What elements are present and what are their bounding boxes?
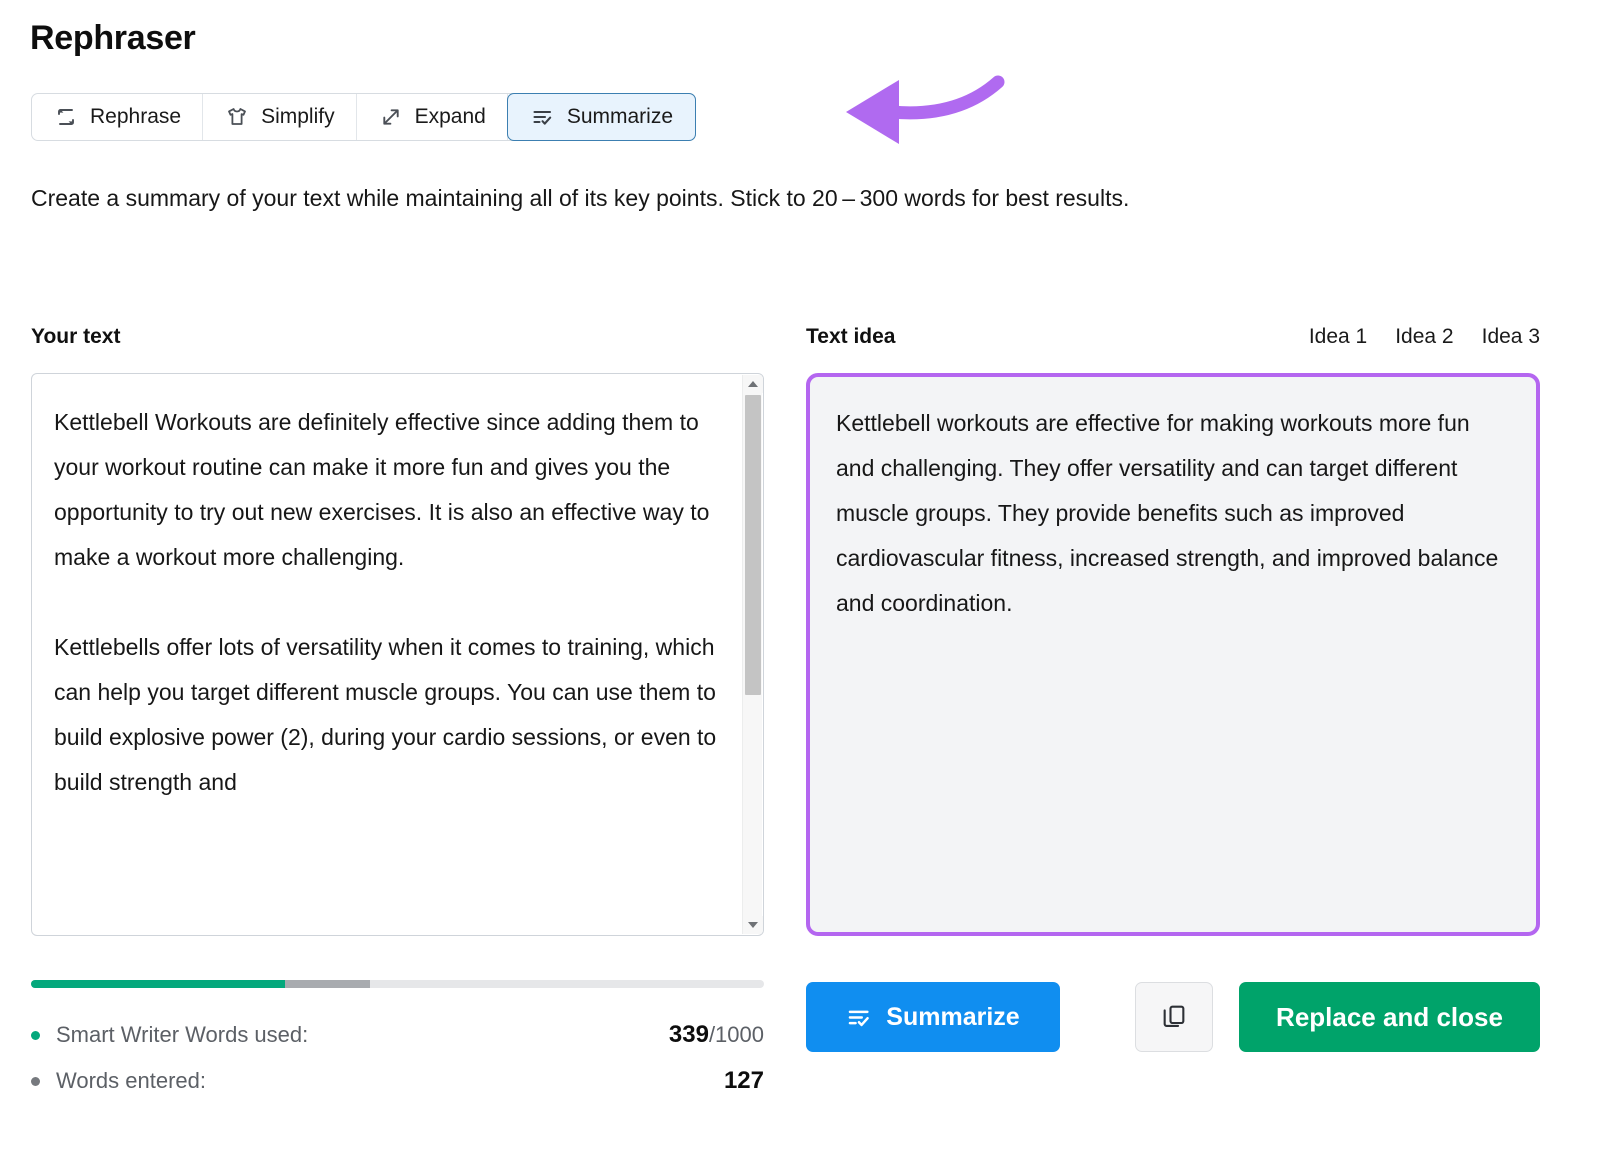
copy-icon	[1160, 1002, 1188, 1033]
your-text-header: Your text	[31, 325, 764, 361]
text-idea-content: Kettlebell workouts are effective for ma…	[810, 377, 1536, 626]
tab-simplify-label: Simplify	[261, 105, 335, 128]
usage-stats: Smart Writer Words used: 339/1000 Words …	[31, 1012, 764, 1104]
annotation-arrow	[786, 66, 1016, 166]
replace-and-close-label: Replace and close	[1276, 1001, 1503, 1032]
tab-expand[interactable]: Expand	[356, 94, 508, 140]
scroll-up-arrow-icon[interactable]	[743, 375, 763, 393]
copy-button[interactable]	[1135, 982, 1213, 1052]
tab-summarize-label: Summarize	[566, 105, 674, 128]
scroll-down-arrow-icon[interactable]	[743, 916, 763, 934]
tshirt-icon	[224, 104, 250, 130]
summarize-button-label: Summarize	[886, 1002, 1020, 1031]
stat-label: Smart Writer Words used:	[56, 1022, 309, 1047]
idea-tab-3[interactable]: Idea 3	[1482, 325, 1540, 349]
action-bar: Summarize Replace and close	[806, 982, 1540, 1052]
your-text-label: Your text	[31, 325, 121, 348]
expand-arrows-icon	[378, 104, 404, 130]
your-text-scrollbar[interactable]	[742, 375, 763, 934]
your-text-paragraph: Kettlebells offer lots of versatility wh…	[54, 634, 717, 795]
idea-tab-group: Idea 1 Idea 2 Idea 3	[1309, 325, 1540, 349]
bullet-icon	[31, 1076, 40, 1086]
idea-tab-1[interactable]: Idea 1	[1309, 325, 1367, 349]
scrollbar-thumb[interactable]	[745, 395, 761, 695]
usage-progress-section: Smart Writer Words used: 339/1000 Words …	[31, 980, 764, 1104]
stat-row-smart-writer-words: Smart Writer Words used: 339/1000	[31, 1012, 764, 1058]
summarize-button[interactable]: Summarize	[806, 982, 1060, 1052]
text-idea-label: Text idea	[806, 325, 896, 348]
list-check-icon	[530, 104, 556, 130]
stat-value-bold: 339	[668, 1021, 709, 1048]
stat-label: Words entered:	[56, 1068, 207, 1093]
page-title: Rephraser	[30, 19, 196, 57]
stat-value: 127	[724, 1067, 764, 1095]
mode-description: Create a summary of your text while main…	[31, 185, 1130, 211]
your-text-paragraph: Kettlebell Workouts are definitely effec…	[54, 409, 710, 570]
text-idea-output[interactable]: Kettlebell workouts are effective for ma…	[806, 373, 1540, 936]
your-text-content: Kettlebell Workouts are definitely effec…	[32, 374, 763, 805]
replace-and-close-button[interactable]: Replace and close	[1239, 982, 1540, 1052]
your-text-column: Your text Kettlebell Workouts are defini…	[31, 325, 764, 936]
rephraser-page: Rephraser Rephrase Simplify Expand Summa…	[0, 0, 1600, 1149]
usage-progress-bar	[31, 980, 764, 988]
text-idea-paragraph: Kettlebell workouts are effective for ma…	[836, 410, 1499, 616]
tab-simplify[interactable]: Simplify	[203, 94, 357, 140]
tab-summarize[interactable]: Summarize	[506, 93, 697, 141]
bullet-icon	[31, 1030, 40, 1040]
tab-rephrase[interactable]: Rephrase	[32, 94, 204, 140]
text-idea-column: Text idea Idea 1 Idea 2 Idea 3 Kettlebel…	[806, 325, 1540, 936]
progress-segment-used	[31, 980, 285, 988]
progress-segment-pending	[284, 980, 370, 988]
stat-value-bold: 127	[723, 1067, 764, 1094]
tab-expand-label: Expand	[414, 105, 486, 128]
stat-value: 339/1000	[669, 1021, 764, 1049]
stat-value-rest: /1000	[708, 1022, 764, 1047]
list-check-icon	[846, 1004, 873, 1031]
rephrase-loop-icon	[53, 104, 79, 130]
tab-rephrase-label: Rephrase	[90, 105, 182, 128]
your-text-input[interactable]: Kettlebell Workouts are definitely effec…	[31, 373, 764, 936]
mode-tab-group: Rephrase Simplify Expand Summarize	[31, 93, 697, 141]
text-idea-header: Text idea Idea 1 Idea 2 Idea 3	[806, 325, 1540, 361]
stat-row-words-entered: Words entered: 127	[31, 1058, 764, 1104]
idea-tab-2[interactable]: Idea 2	[1395, 325, 1453, 349]
